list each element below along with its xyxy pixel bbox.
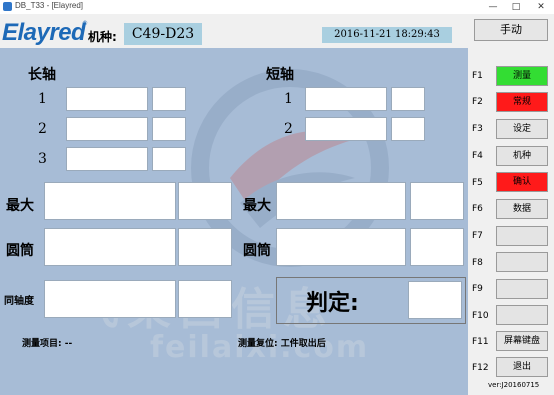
long-axis-value-field — [66, 147, 148, 171]
fkey-label-f7: F7 — [472, 231, 483, 241]
fkey-label-f4: F4 — [472, 151, 483, 161]
measurement-panel: 飞莱西信息 feilaixi.com 长轴 1 2 3 短轴 1 2 最大 圆筒… — [0, 48, 468, 395]
close-icon[interactable]: ✕ — [532, 0, 550, 14]
right-cylinder-label: 圆筒 — [243, 243, 271, 259]
fkey-label-f2: F2 — [472, 97, 483, 107]
data-button[interactable]: 数据 — [496, 199, 548, 219]
short-axis-value-field — [305, 117, 387, 141]
left-max-label: 最大 — [6, 198, 34, 214]
short-axis-result-field — [391, 87, 425, 111]
coaxiality-value-field — [44, 280, 176, 318]
left-max-result-field — [178, 182, 232, 220]
exit-button[interactable]: 退出 — [496, 357, 548, 377]
right-cylinder-value-field — [276, 228, 406, 266]
datetime-display: 2016-11-21 18:29:43 — [322, 27, 452, 43]
left-cylinder-label: 圆筒 — [6, 243, 34, 259]
f7-button[interactable] — [496, 226, 548, 246]
f9-button[interactable] — [496, 279, 548, 299]
long-axis-title: 长轴 — [28, 67, 56, 83]
header-bar: Elayred ® 机种: C49-D23 2016-11-21 18:29:4… — [0, 14, 554, 48]
registered-mark-icon: ® — [82, 20, 88, 27]
fkey-label-f11: F11 — [472, 337, 489, 347]
long-axis-result-field — [152, 147, 186, 171]
coaxiality-label: 同轴度 — [4, 296, 34, 307]
fkey-label-f1: F1 — [472, 71, 483, 81]
model-value: C49-D23 — [124, 23, 202, 45]
model-label: 机种: — [88, 30, 117, 44]
right-max-label: 最大 — [243, 198, 271, 214]
version-label: ver:J20160715 — [488, 381, 540, 389]
measure-item-status: 测量项目: -- — [22, 339, 73, 349]
right-cylinder-result-field — [410, 228, 464, 266]
f8-button[interactable] — [496, 252, 548, 272]
app-icon — [3, 2, 12, 11]
fkey-label-f8: F8 — [472, 258, 483, 268]
manual-button[interactable]: 手动 — [474, 19, 548, 41]
judgement-result-field — [408, 281, 462, 319]
left-cylinder-result-field — [178, 228, 232, 266]
measure-button[interactable]: 测量 — [496, 66, 548, 86]
fkey-label-f9: F9 — [472, 284, 483, 294]
short-axis-title: 短轴 — [266, 67, 294, 83]
coaxiality-result-field — [178, 280, 232, 318]
right-max-result-field — [410, 182, 464, 220]
short-axis-value-field — [305, 87, 387, 111]
model-button[interactable]: 机种 — [496, 146, 548, 166]
maximize-icon[interactable]: □ — [507, 0, 525, 14]
left-max-value-field — [44, 182, 176, 220]
normal-mode-button[interactable]: 常规 — [496, 92, 548, 112]
left-cylinder-value-field — [44, 228, 176, 266]
fkey-label-f6: F6 — [472, 204, 483, 214]
fkey-label-f3: F3 — [472, 124, 483, 134]
long-axis-row-label: 3 — [38, 151, 47, 167]
brand-logo: Elayred — [2, 19, 86, 46]
long-axis-result-field — [152, 87, 186, 111]
short-axis-row-label: 2 — [284, 121, 293, 137]
fkey-label-f10: F10 — [472, 311, 489, 321]
window-titlebar: DB_T33 - [Elayred] — □ ✕ — [0, 0, 554, 14]
confirm-button[interactable]: 确认 — [496, 172, 548, 192]
long-axis-value-field — [66, 87, 148, 111]
short-axis-row-label: 1 — [284, 91, 293, 107]
settings-button[interactable]: 设定 — [496, 119, 548, 139]
f10-button[interactable] — [496, 305, 548, 325]
long-axis-row-label: 1 — [38, 91, 47, 107]
window-title: DB_T33 - [Elayred] — [15, 1, 84, 10]
screen-keyboard-button[interactable]: 屏幕键盘 — [496, 331, 548, 351]
fkey-label-f5: F5 — [472, 178, 483, 188]
minimize-icon[interactable]: — — [484, 0, 502, 14]
long-axis-result-field — [152, 117, 186, 141]
short-axis-result-field — [391, 117, 425, 141]
fkey-label-f12: F12 — [472, 363, 489, 373]
long-axis-value-field — [66, 117, 148, 141]
judgement-label: 判定: — [306, 291, 359, 316]
measure-reset-status: 测量复位: 工件取出后 — [238, 339, 326, 349]
long-axis-row-label: 2 — [38, 121, 47, 137]
right-max-value-field — [276, 182, 406, 220]
